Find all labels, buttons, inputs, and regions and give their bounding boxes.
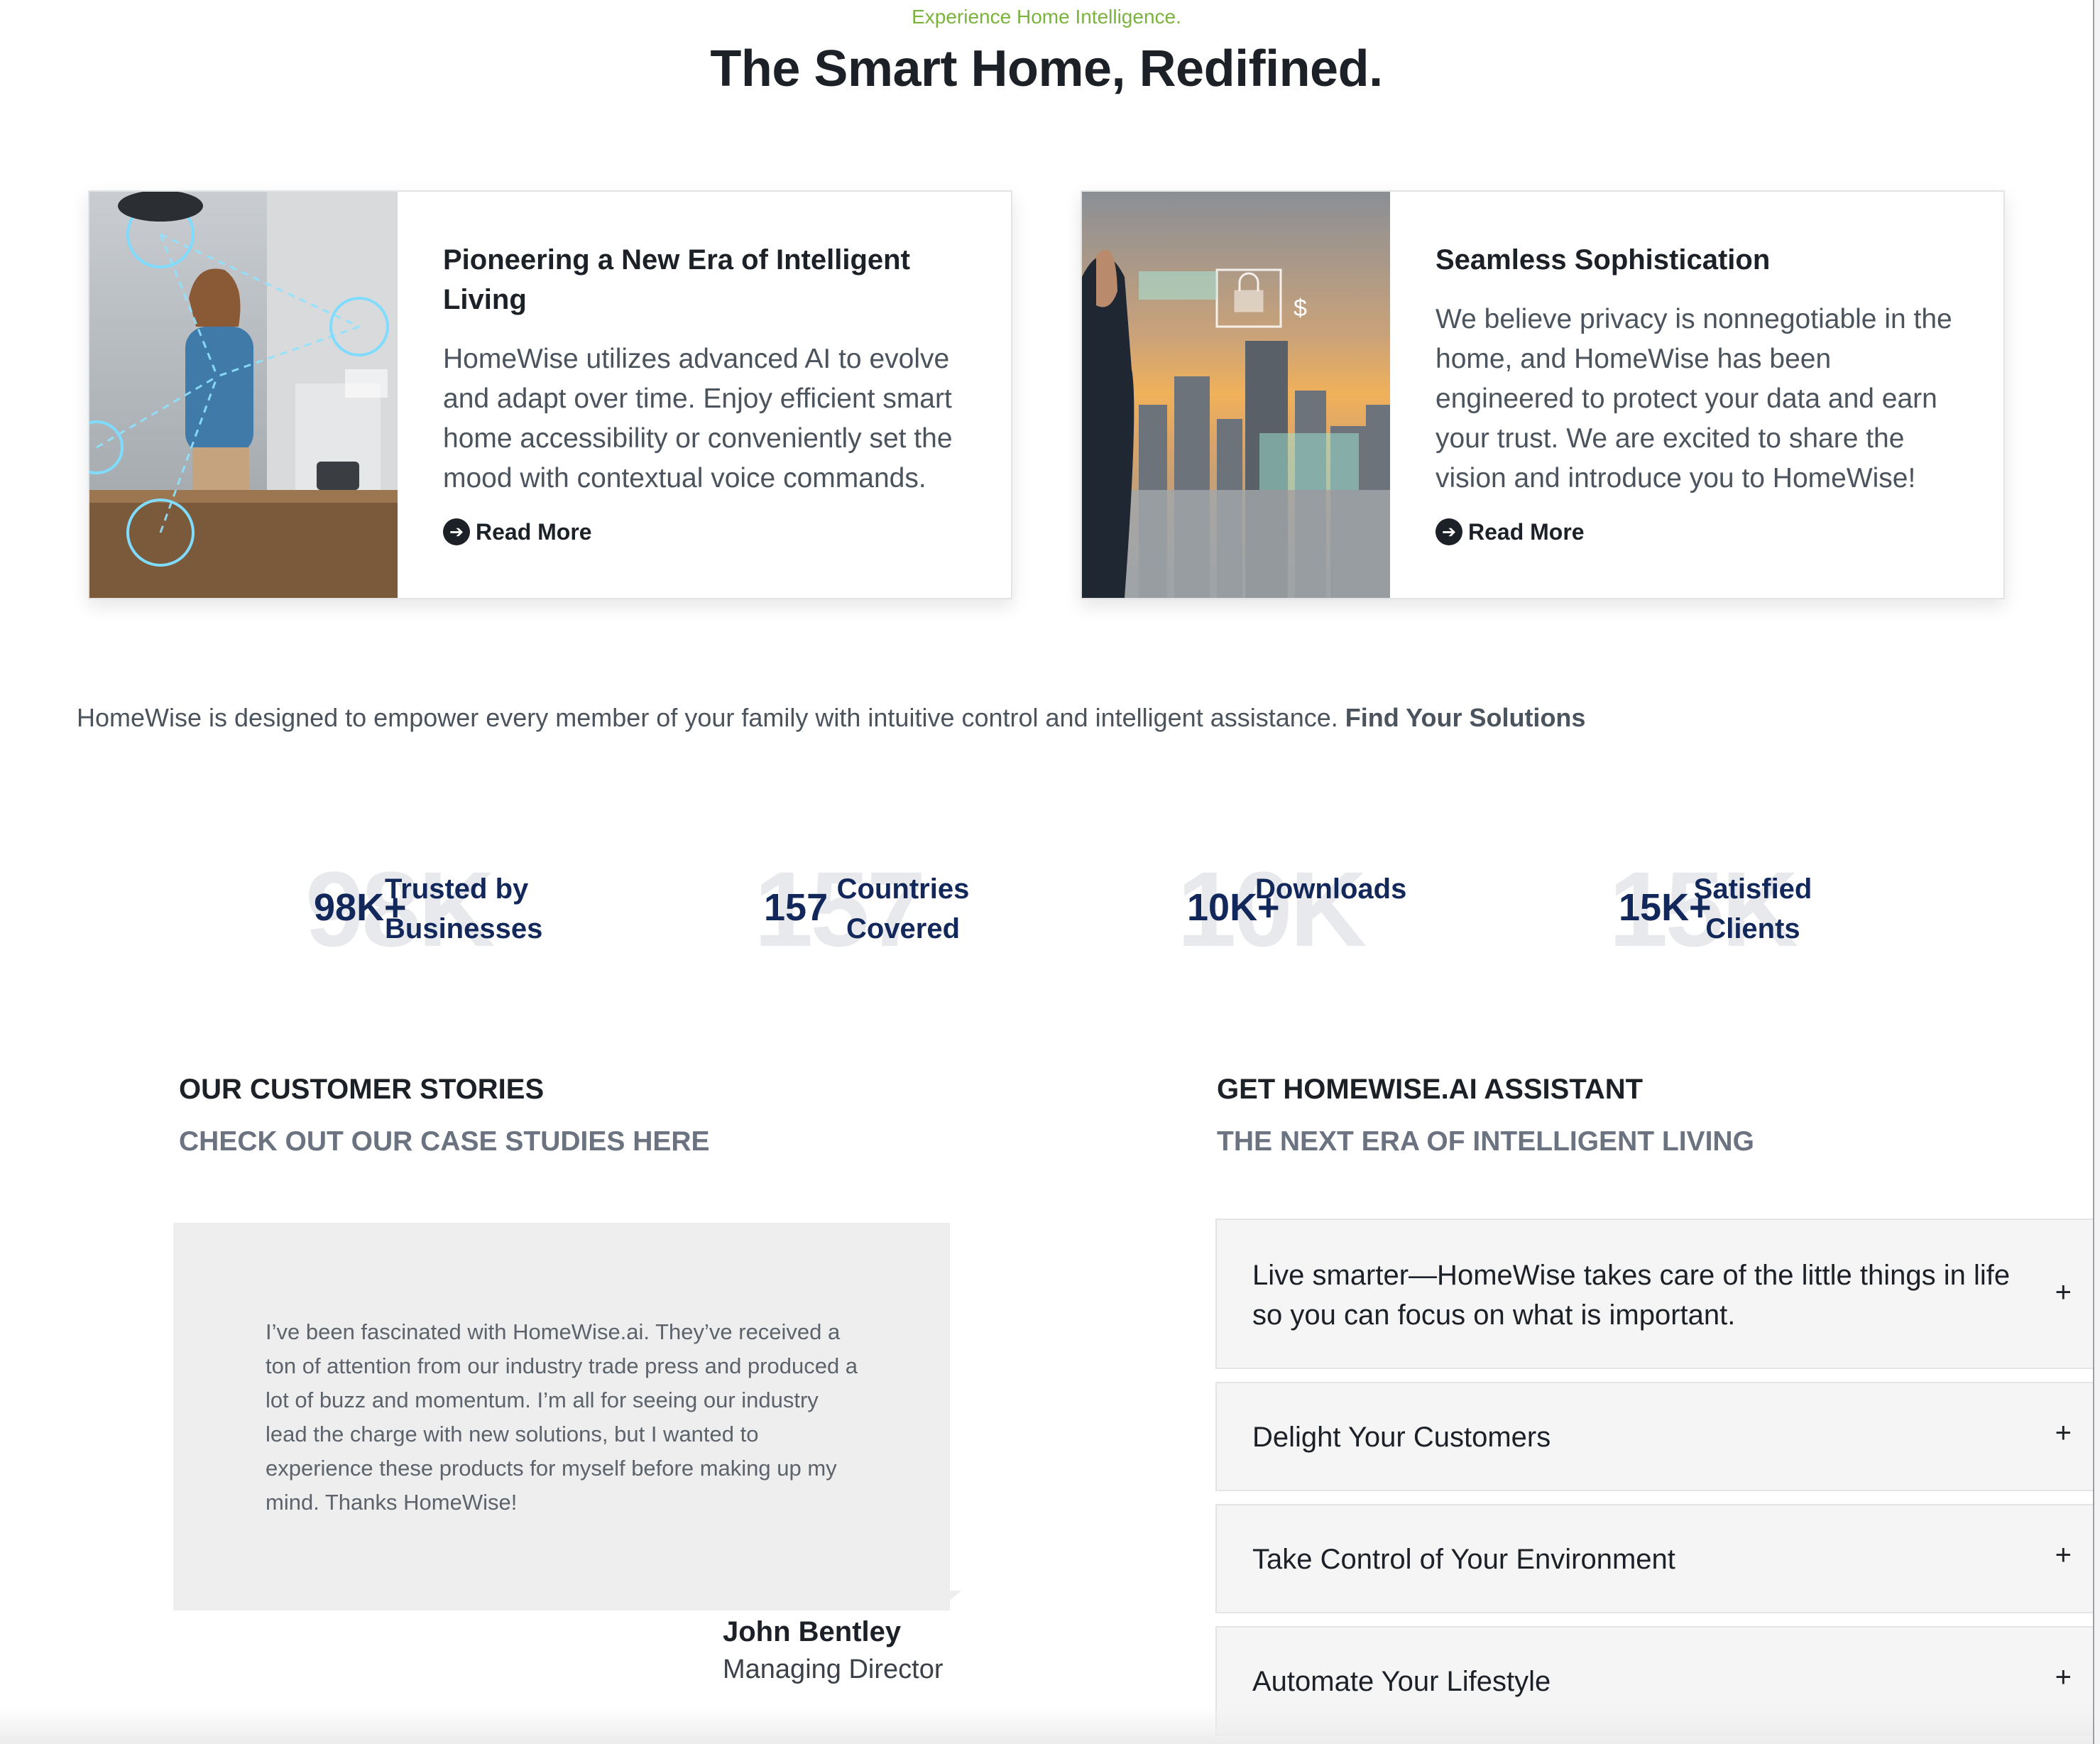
plus-icon[interactable]: + (2055, 1539, 2072, 1571)
read-more-label: Read More (1468, 518, 1585, 545)
accordion-item-delight-customers[interactable]: Delight Your Customers + (1215, 1382, 2100, 1491)
plus-icon[interactable]: + (2055, 1417, 2072, 1449)
bottom-fade (0, 1707, 2093, 1744)
stat-label: Satisfied Clients (1685, 869, 1820, 949)
intro-text: HomeWise is designed to empower every me… (77, 703, 1338, 732)
read-more-label: Read More (476, 518, 592, 545)
stat-label: Trusted by Businesses (385, 869, 543, 949)
stories-subheading: CHECK OUT OUR CASE STUDIES HERE (179, 1126, 710, 1157)
testimonial-card: I’ve been fascinated with HomeWise.ai. T… (173, 1223, 950, 1611)
card-text: We believe privacy is nonnegotiable in t… (1435, 304, 1952, 494)
stat-label-line: Covered (846, 913, 961, 944)
stat-label-line: Downloads (1255, 873, 1407, 905)
accordion-item-take-control[interactable]: Take Control of Your Environment + (1215, 1504, 2100, 1613)
assistant-subheading: THE NEXT ERA OF INTELLIGENT LIVING (1217, 1126, 1754, 1157)
svg-text:$: $ (1294, 295, 1307, 322)
page-title: The Smart Home, Redifined. (710, 40, 1383, 97)
card-title: Pioneering a New Era of Intelligent Livi… (443, 244, 910, 315)
stat-label-line: Countries (836, 873, 970, 905)
read-more-link[interactable]: ➔ Read More (1435, 518, 1585, 545)
testimonial-author: John Bentley (723, 1616, 902, 1647)
stat-label: Downloads (1255, 869, 1407, 909)
hero-eyebrow: Experience Home Intelligence. (912, 6, 1181, 28)
arrow-right-circle-icon: ➔ (443, 518, 470, 545)
stat-label-line: Satisfied (1693, 873, 1812, 905)
stat-label-line: Trusted by (385, 873, 529, 905)
testimonial-quote: I’ve been fascinated with HomeWise.ai. T… (266, 1319, 858, 1515)
stat-label-line: Businesses (385, 913, 543, 944)
stat-clients: 15K 15K+ Satisfied Clients (1609, 852, 1850, 966)
card-image-smart-kitchen (89, 192, 398, 598)
stat-businesses: 98K 98K+ Trusted by Businesses (305, 852, 547, 966)
feature-card-intelligent-living: Pioneering a New Era of Intelligent Livi… (88, 190, 1012, 599)
stat-countries: 157 157 Countries Covered (754, 852, 995, 966)
accordion-label: Take Control of Your Environment (1252, 1544, 1675, 1575)
read-more-link[interactable]: ➔ Read More (443, 518, 592, 545)
feature-card-seamless-sophistication: $ Seamless Sophistication We believe pri… (1081, 190, 2005, 599)
assistant-heading: GET HOMEWISE.AI ASSISTANT (1217, 1074, 1644, 1105)
accordion-label: Automate Your Lifestyle (1252, 1666, 1551, 1697)
stat-label: Countries Covered (832, 869, 974, 949)
testimonial-tail (950, 1591, 961, 1601)
card-body: Seamless Sophistication We believe priva… (1435, 240, 1975, 498)
window-edge (2093, 0, 2100, 1744)
find-solutions-link[interactable]: Find Your Solutions (1345, 703, 1586, 732)
accordion-label: Live smarter—HomeWise takes care of the … (1252, 1260, 2011, 1331)
accordion-item-live-smarter[interactable]: Live smarter—HomeWise takes care of the … (1215, 1219, 2100, 1369)
card-body: Pioneering a New Era of Intelligent Livi… (443, 240, 983, 498)
stories-heading: OUR CUSTOMER STORIES (179, 1074, 545, 1105)
stat-downloads: 10K 10K+ Downloads (1177, 852, 1418, 966)
card-text: HomeWise utilizes advanced AI to evolve … (443, 344, 953, 494)
arrow-right-circle-icon: ➔ (1435, 518, 1462, 545)
intro-paragraph: HomeWise is designed to empower every me… (77, 703, 1585, 733)
stat-label-line: Clients (1705, 913, 1800, 944)
card-title: Seamless Sophistication (1435, 244, 1771, 276)
stat-value: 157 (764, 886, 828, 929)
accordion-label: Delight Your Customers (1252, 1422, 1551, 1453)
plus-icon[interactable]: + (2055, 1662, 2072, 1694)
card-image-city-view: $ (1082, 192, 1390, 598)
plus-icon[interactable]: + (2055, 1277, 2072, 1309)
testimonial-role: Managing Director (723, 1655, 944, 1684)
